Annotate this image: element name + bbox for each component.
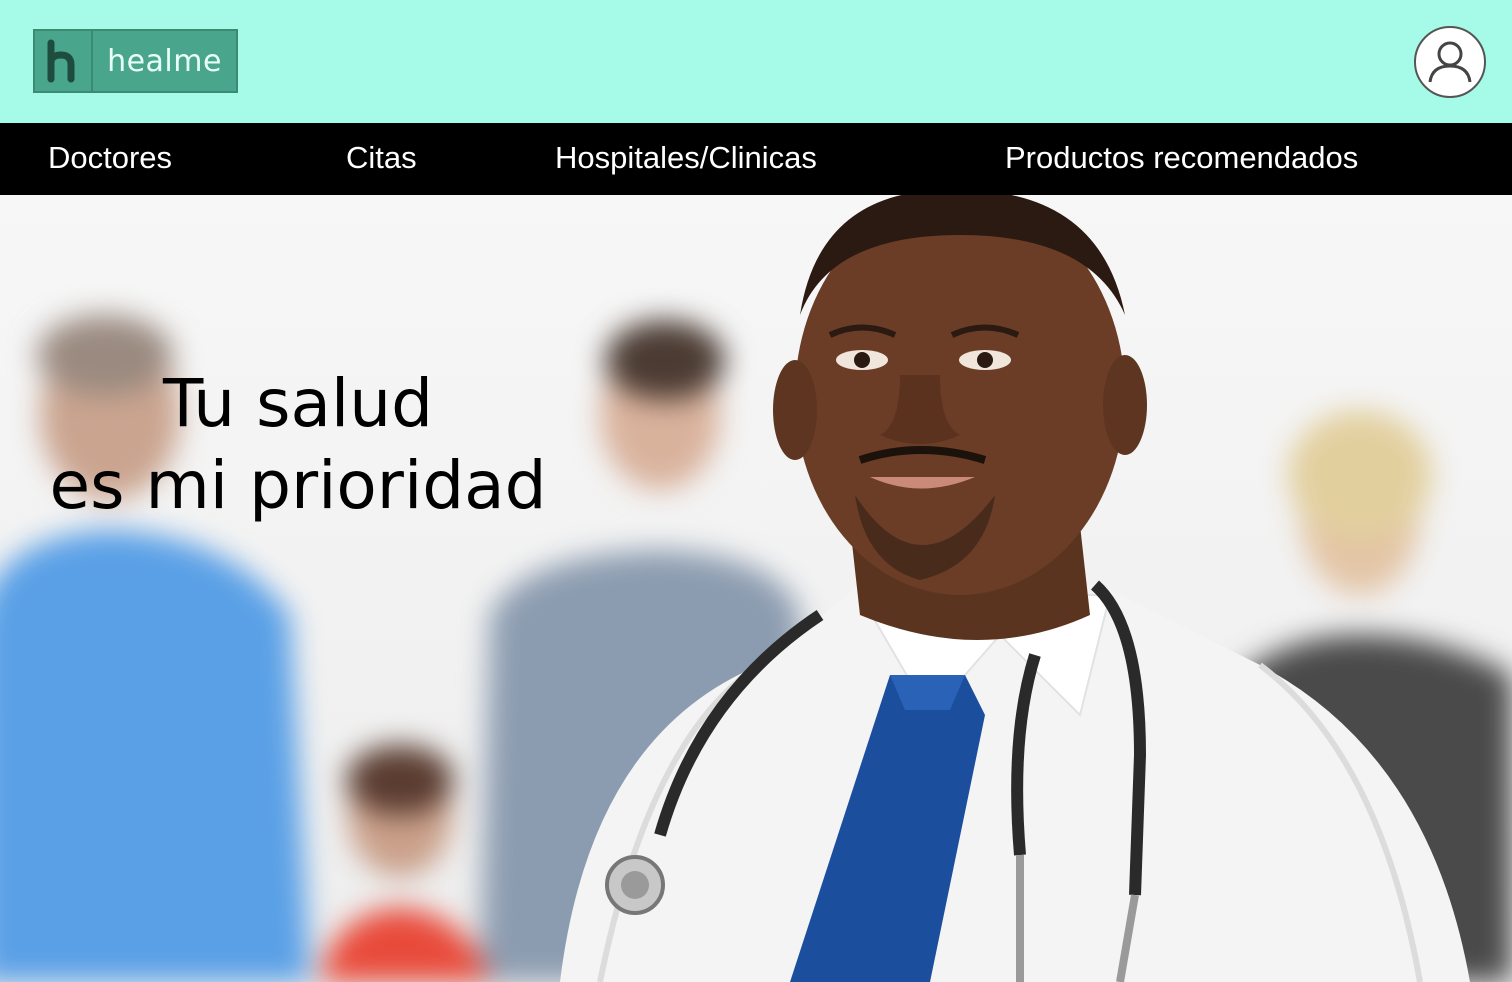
hero-headline: Tu salud es mi prioridad — [38, 363, 558, 527]
hero-photo — [0, 195, 1512, 982]
logo-mark-icon — [35, 31, 93, 91]
hero-headline-line1: Tu salud — [163, 365, 433, 442]
nav-item-doctores[interactable]: Doctores — [48, 123, 172, 195]
logo-text: healme — [107, 43, 222, 79]
nav-item-productos[interactable]: Productos recomendados — [1005, 123, 1358, 195]
hero-headline-line2: es mi prioridad — [49, 447, 547, 524]
hero-banner: Tu salud es mi prioridad — [0, 195, 1512, 982]
user-profile-button[interactable] — [1414, 26, 1486, 98]
header: healme — [0, 0, 1512, 123]
main-nav: Doctores Citas Hospitales/Clinicas Produ… — [0, 123, 1512, 195]
nav-item-citas[interactable]: Citas — [346, 123, 417, 195]
nav-item-hospitales[interactable]: Hospitales/Clinicas — [555, 123, 817, 195]
healme-logo[interactable]: healme — [33, 29, 238, 93]
user-icon — [1428, 41, 1472, 83]
